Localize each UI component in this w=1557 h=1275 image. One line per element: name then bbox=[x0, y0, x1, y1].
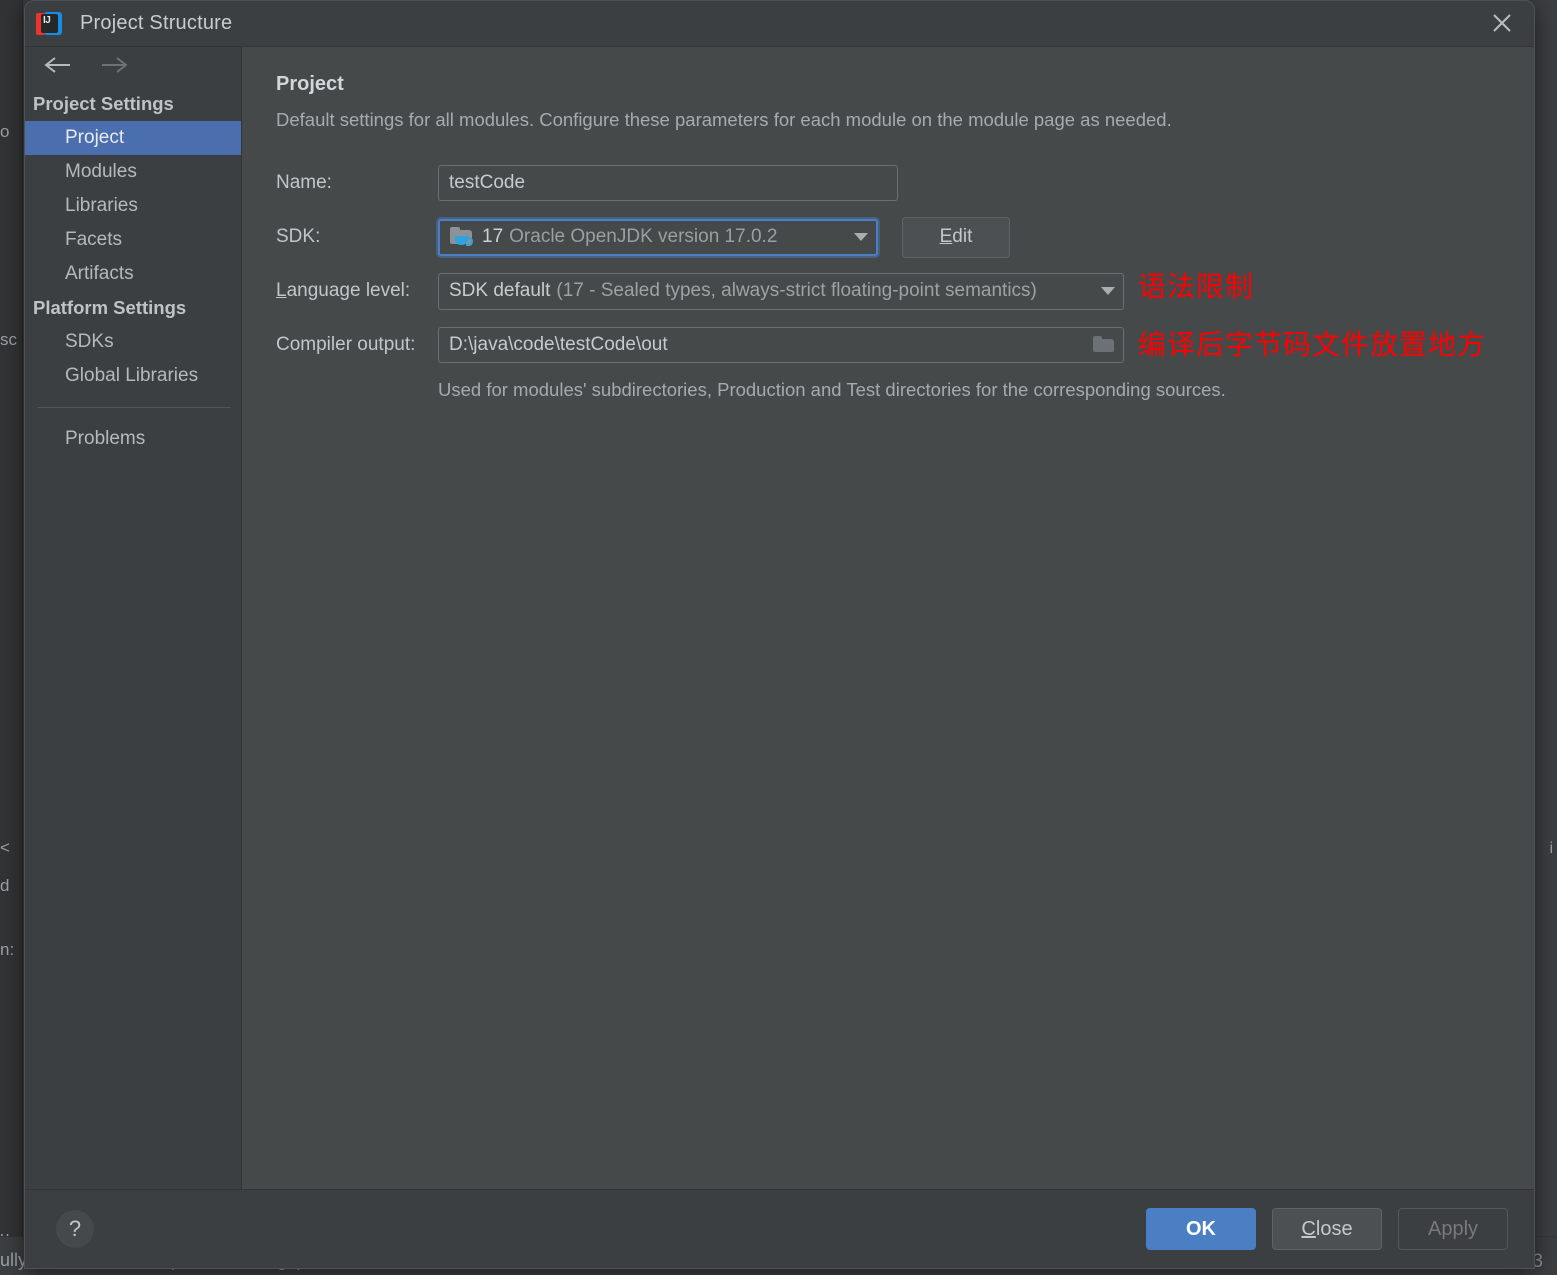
screen: o sc < d n: u i ully in 3 sec, 459 ms (1… bbox=[0, 0, 1557, 1275]
name-input[interactable]: testCode bbox=[438, 165, 898, 201]
language-level-value: SDK default bbox=[449, 280, 551, 301]
compiler-output-input[interactable]: D:\java\code\testCode\out bbox=[438, 327, 1124, 363]
sidebar-item-artifacts[interactable]: Artifacts bbox=[25, 257, 241, 291]
language-level-dropdown[interactable]: SDK default (17 - Sealed types, always-s… bbox=[438, 272, 1124, 310]
compiler-output-hint: Used for modules' subdirectories, Produc… bbox=[438, 379, 1226, 400]
row-name: Name: testCode bbox=[276, 163, 1534, 203]
background-text-fragment: d bbox=[0, 876, 10, 895]
background-text-fragment: sc bbox=[0, 330, 17, 349]
sdk-version: 17 bbox=[482, 226, 504, 247]
help-button[interactable]: ? bbox=[56, 1210, 94, 1248]
background-text-fragment: i bbox=[1549, 840, 1553, 857]
label-compiler-output: Compiler output: bbox=[276, 334, 416, 355]
sidebar-item-modules[interactable]: Modules bbox=[25, 155, 241, 189]
sidebar-item-global-libraries[interactable]: Global Libraries bbox=[25, 359, 241, 393]
label-name: Name: bbox=[276, 172, 332, 193]
label-language-level: Language level: bbox=[276, 280, 438, 302]
background-text-fragment: n: bbox=[0, 940, 15, 959]
close-button[interactable]: Close bbox=[1272, 1208, 1382, 1250]
language-level-mnemonic: L bbox=[276, 280, 287, 301]
close-button-mnemonic: C bbox=[1301, 1217, 1316, 1240]
folder-browse-icon[interactable] bbox=[1093, 336, 1115, 354]
page-description: Default settings for all modules. Config… bbox=[276, 109, 1172, 130]
sidebar-navigation bbox=[25, 47, 241, 87]
intellij-idea-logo-icon: IJ bbox=[35, 10, 63, 38]
annotation-language-level: 语法限制 bbox=[1138, 270, 1255, 303]
sdk-name: Oracle OpenJDK version 17.0.2 bbox=[509, 226, 778, 247]
sidebar-item-libraries[interactable]: Libraries bbox=[25, 189, 241, 223]
compiler-output-value: D:\java\code\testCode\out bbox=[449, 334, 668, 355]
language-level-label-rest: anguage level: bbox=[286, 280, 411, 301]
project-settings-panel: Project Default settings for all modules… bbox=[242, 47, 1534, 1189]
label-sdk: SDK: bbox=[276, 226, 321, 247]
dialog-footer: ? OK Close Apply bbox=[25, 1189, 1534, 1268]
dialog-action-buttons: OK Close Apply bbox=[1146, 1208, 1508, 1250]
background-left-toolwindow-strip bbox=[0, 0, 23, 1275]
page-title: Project bbox=[276, 73, 344, 95]
sdk-dropdown[interactable]: 17 Oracle OpenJDK version 17.0.2 bbox=[438, 218, 878, 256]
jdk-folder-icon bbox=[450, 227, 474, 247]
project-structure-dialog: IJ Project Structure Project Settings Pr… bbox=[24, 0, 1535, 1269]
language-level-detail: (17 - Sealed types, always-strict floati… bbox=[556, 280, 1037, 301]
dialog-title: Project Structure bbox=[80, 12, 233, 34]
sidebar-group-platform-settings: Platform Settings bbox=[33, 297, 187, 318]
edit-sdk-button[interactable]: Edit bbox=[902, 216, 1010, 258]
chevron-down-icon bbox=[1101, 287, 1115, 295]
sidebar-item-sdks[interactable]: SDKs bbox=[25, 325, 241, 359]
row-language-level: Language level: SDK default (17 - Sealed… bbox=[276, 271, 1534, 311]
apply-button[interactable]: Apply bbox=[1398, 1208, 1508, 1250]
background-text-fragment: < bbox=[0, 838, 10, 857]
sidebar-divider bbox=[37, 407, 231, 408]
annotation-compiler-output: 编译后字节码文件放置地方 bbox=[1138, 328, 1487, 361]
sidebar-item-problems[interactable]: Problems bbox=[25, 422, 241, 456]
close-icon[interactable] bbox=[1470, 1, 1534, 45]
arrow-right-icon[interactable] bbox=[99, 56, 129, 79]
arrow-left-icon[interactable] bbox=[43, 56, 73, 79]
chevron-down-icon bbox=[854, 233, 868, 241]
close-button-rest: lose bbox=[1315, 1217, 1353, 1240]
dialog-titlebar: IJ Project Structure bbox=[25, 1, 1534, 47]
edit-button-rest: dit bbox=[952, 226, 973, 247]
sidebar-item-project[interactable]: Project bbox=[25, 121, 241, 155]
background-text-fragment: o bbox=[0, 122, 10, 141]
ok-button[interactable]: OK bbox=[1146, 1208, 1256, 1250]
sidebar-item-facets[interactable]: Facets bbox=[25, 223, 241, 257]
edit-button-mnemonic: E bbox=[939, 226, 953, 247]
dialog-body: Project Settings Project Modules Librari… bbox=[25, 47, 1534, 1189]
sidebar-group-project-settings: Project Settings bbox=[33, 93, 174, 114]
row-sdk: SDK: 17 Oracle OpenJDK version 17.0.2 E … bbox=[276, 216, 1534, 258]
settings-sidebar: Project Settings Project Modules Librari… bbox=[25, 47, 242, 1189]
name-input-value: testCode bbox=[449, 172, 526, 193]
